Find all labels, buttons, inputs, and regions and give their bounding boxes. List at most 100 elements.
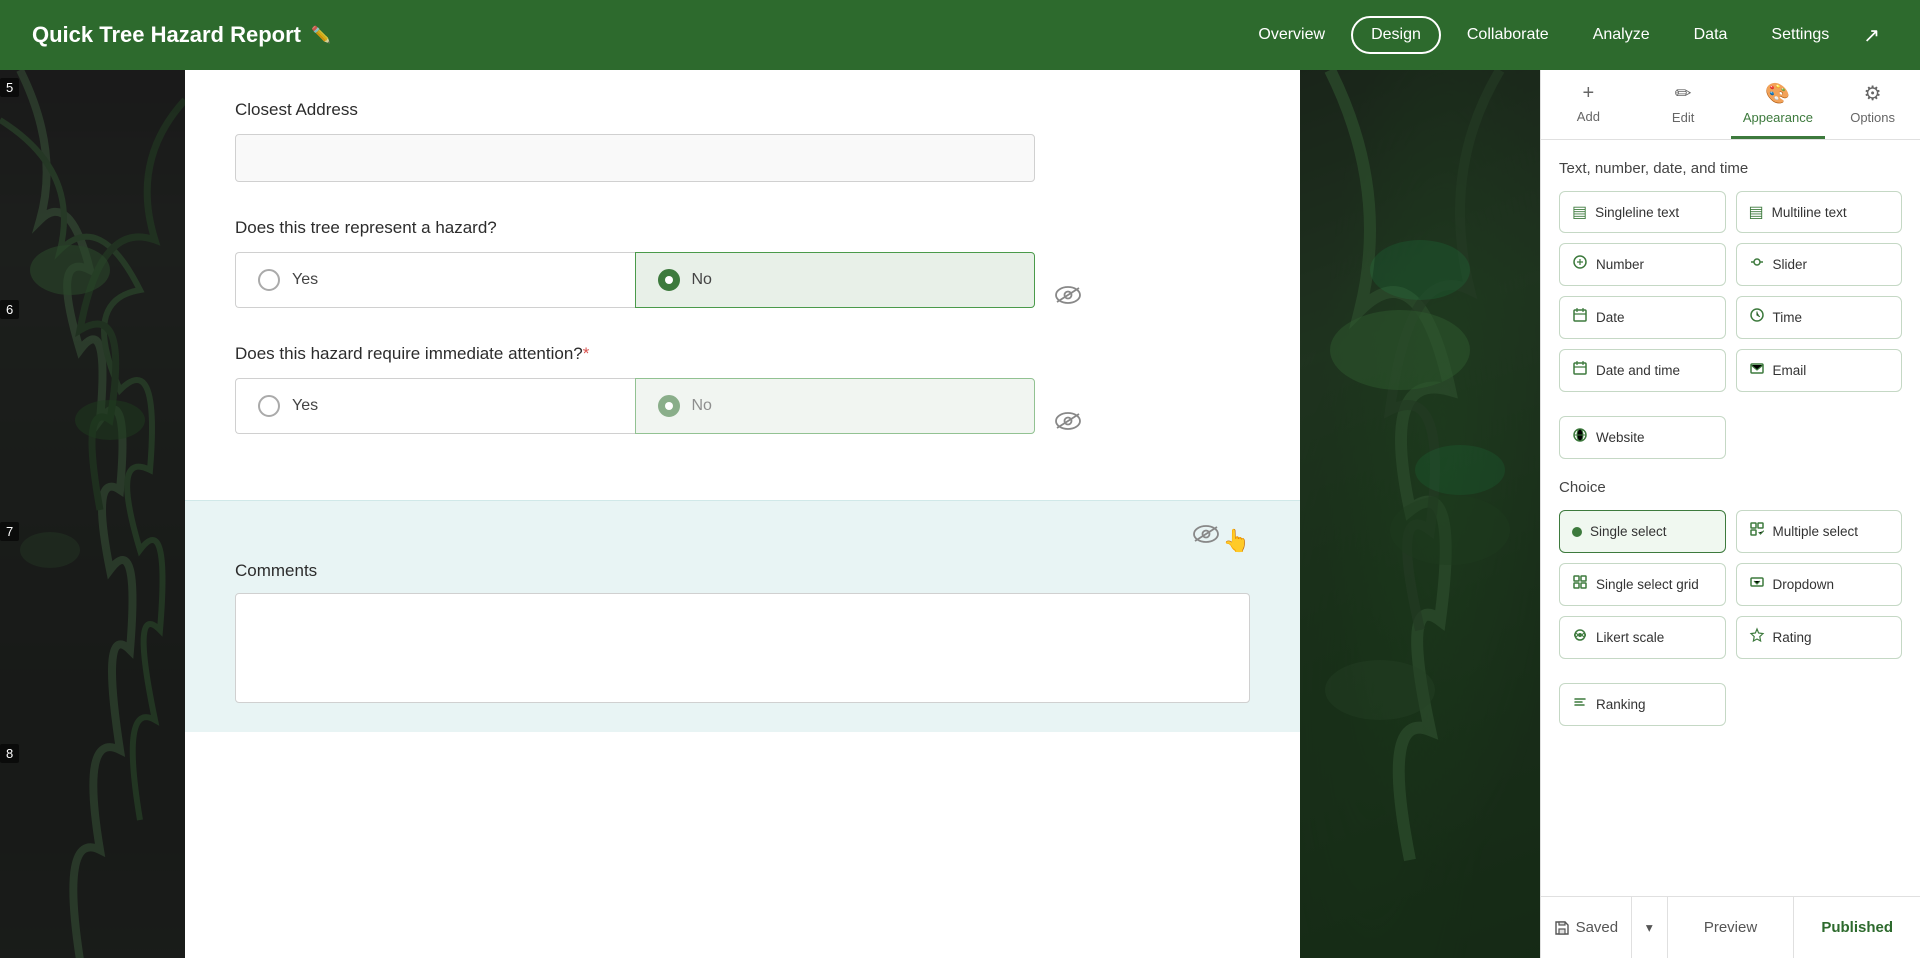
text-components-grid: ▤ Singleline text ▤ Multiline text Numbe… — [1559, 191, 1902, 392]
comp-single-select-grid[interactable]: Single select grid — [1559, 563, 1726, 606]
tab-options[interactable]: ⚙ Options — [1825, 70, 1920, 139]
comp-likert[interactable]: Likert scale — [1559, 616, 1726, 659]
single-select-dot — [1572, 527, 1582, 537]
saved-button[interactable]: Saved — [1541, 897, 1631, 958]
attention-no-option[interactable]: No — [635, 378, 1036, 434]
preview-button[interactable]: Preview — [1668, 897, 1794, 958]
ranking-row: Ranking — [1559, 683, 1902, 726]
comp-ranking-label: Ranking — [1596, 697, 1646, 712]
comp-rating-label: Rating — [1773, 630, 1812, 645]
comments-label: Comments — [235, 561, 1250, 581]
tab-add-label: Add — [1577, 109, 1600, 124]
hazard-yes-option[interactable]: Yes — [235, 252, 635, 308]
app-title-group: Quick Tree Hazard Report ✏️ — [32, 22, 331, 48]
nav-data[interactable]: Data — [1676, 18, 1746, 52]
left-sidebar-photo: 5 6 7 8 — [0, 70, 185, 958]
comp-number[interactable]: Number — [1559, 243, 1726, 286]
comp-website[interactable]: Website — [1559, 416, 1726, 459]
section1-title: Text, number, date, and time — [1559, 160, 1902, 177]
comp-email-label: Email — [1773, 363, 1807, 378]
hazard-no-label: No — [692, 271, 712, 289]
attention-visibility-toggle[interactable] — [1055, 412, 1081, 436]
nav-analyze[interactable]: Analyze — [1575, 18, 1668, 52]
comp-date[interactable]: Date — [1559, 296, 1726, 339]
multiline-icon: ▤ — [1749, 202, 1764, 222]
singleline-icon: ▤ — [1572, 202, 1587, 222]
tab-edit[interactable]: ✏ Edit — [1636, 70, 1731, 139]
preview-label: Preview — [1704, 919, 1757, 936]
row-number-5: 5 — [0, 78, 19, 97]
attention-section: Does this hazard require immediate atten… — [235, 344, 1035, 434]
options-icon: ⚙ — [1864, 81, 1882, 106]
comp-singleline[interactable]: ▤ Singleline text — [1559, 191, 1726, 233]
app-title: Quick Tree Hazard Report — [32, 22, 301, 48]
slider-icon — [1749, 254, 1765, 275]
time-icon — [1749, 307, 1765, 328]
comp-datetime[interactable]: Date and time — [1559, 349, 1726, 392]
comp-single-select[interactable]: Single select — [1559, 510, 1726, 553]
tab-options-label: Options — [1850, 110, 1895, 125]
address-input[interactable] — [235, 134, 1035, 182]
attention-radio-group: Yes No — [235, 378, 1035, 434]
website-row: Website — [1559, 416, 1902, 459]
nav-settings[interactable]: Settings — [1753, 18, 1847, 52]
eye-icon — [1055, 286, 1081, 304]
hazard-visibility-toggle[interactable] — [1055, 286, 1081, 310]
comp-dropdown[interactable]: Dropdown — [1736, 563, 1903, 606]
main-container: 5 6 7 8 Closest Address — [0, 0, 1920, 958]
nav-overview[interactable]: Overview — [1240, 18, 1343, 52]
comments-visibility-toggle[interactable] — [1193, 525, 1219, 549]
hazard-radio-group: Yes No — [235, 252, 1035, 308]
nav-design[interactable]: Design — [1351, 16, 1441, 54]
required-mark: * — [583, 344, 590, 363]
comp-singleline-label: Singleline text — [1595, 205, 1679, 220]
single-select-grid-icon — [1572, 574, 1588, 595]
top-navigation: Quick Tree Hazard Report ✏️ Overview Des… — [0, 0, 1920, 70]
comp-email[interactable]: Email — [1736, 349, 1903, 392]
photo-inner — [1300, 70, 1540, 958]
rating-icon — [1749, 627, 1765, 648]
comp-dropdown-label: Dropdown — [1773, 577, 1835, 592]
panel-tabs: + Add ✏ Edit 🎨 Appearance ⚙ Options — [1541, 70, 1920, 140]
published-button[interactable]: Published — [1794, 897, 1920, 958]
comp-ranking[interactable]: Ranking — [1559, 683, 1726, 726]
share-button[interactable]: ↗ — [1855, 15, 1888, 56]
address-section: Closest Address — [235, 100, 1035, 182]
attention-label: Does this hazard require immediate atten… — [235, 344, 1035, 364]
comp-multiple-select[interactable]: Multiple select — [1736, 510, 1903, 553]
comments-section: 👆 Comments — [185, 500, 1300, 732]
attention-no-label: No — [692, 397, 712, 415]
comp-time[interactable]: Time — [1736, 296, 1903, 339]
center-photo-bg — [1300, 70, 1540, 958]
cursor-icon: 👆 — [1223, 528, 1250, 554]
comments-input[interactable] — [235, 593, 1250, 703]
hazard-no-option[interactable]: No — [635, 252, 1036, 308]
edit-title-icon[interactable]: ✏️ — [311, 25, 331, 45]
tab-appearance[interactable]: 🎨 Appearance — [1731, 70, 1826, 139]
hazard-yes-label: Yes — [292, 271, 318, 289]
datetime-icon — [1572, 360, 1588, 381]
panel-content: Text, number, date, and time ▤ Singlelin… — [1541, 140, 1920, 896]
attention-yes-option[interactable]: Yes — [235, 378, 635, 434]
attention-no-circle — [658, 395, 680, 417]
eye-slash-icon — [1055, 412, 1081, 430]
dropdown-icon — [1749, 574, 1765, 595]
appearance-icon: 🎨 — [1765, 81, 1790, 106]
number-icon — [1572, 254, 1588, 275]
comp-number-label: Number — [1596, 257, 1644, 272]
comp-website-label: Website — [1596, 430, 1645, 445]
comp-slider-label: Slider — [1773, 257, 1808, 272]
comp-multiline[interactable]: ▤ Multiline text — [1736, 191, 1903, 233]
saved-dropdown-arrow[interactable]: ▾ — [1631, 897, 1667, 958]
tab-add[interactable]: + Add — [1541, 70, 1636, 139]
nav-collaborate[interactable]: Collaborate — [1449, 18, 1567, 52]
comp-multiple-select-label: Multiple select — [1773, 524, 1859, 539]
date-icon — [1572, 307, 1588, 328]
comp-slider[interactable]: Slider — [1736, 243, 1903, 286]
saved-label: Saved — [1576, 919, 1619, 936]
add-icon: + — [1583, 82, 1595, 105]
edit-icon: ✏ — [1675, 81, 1692, 106]
comp-likert-label: Likert scale — [1596, 630, 1664, 645]
comp-rating[interactable]: Rating — [1736, 616, 1903, 659]
row-number-7: 7 — [0, 522, 19, 541]
